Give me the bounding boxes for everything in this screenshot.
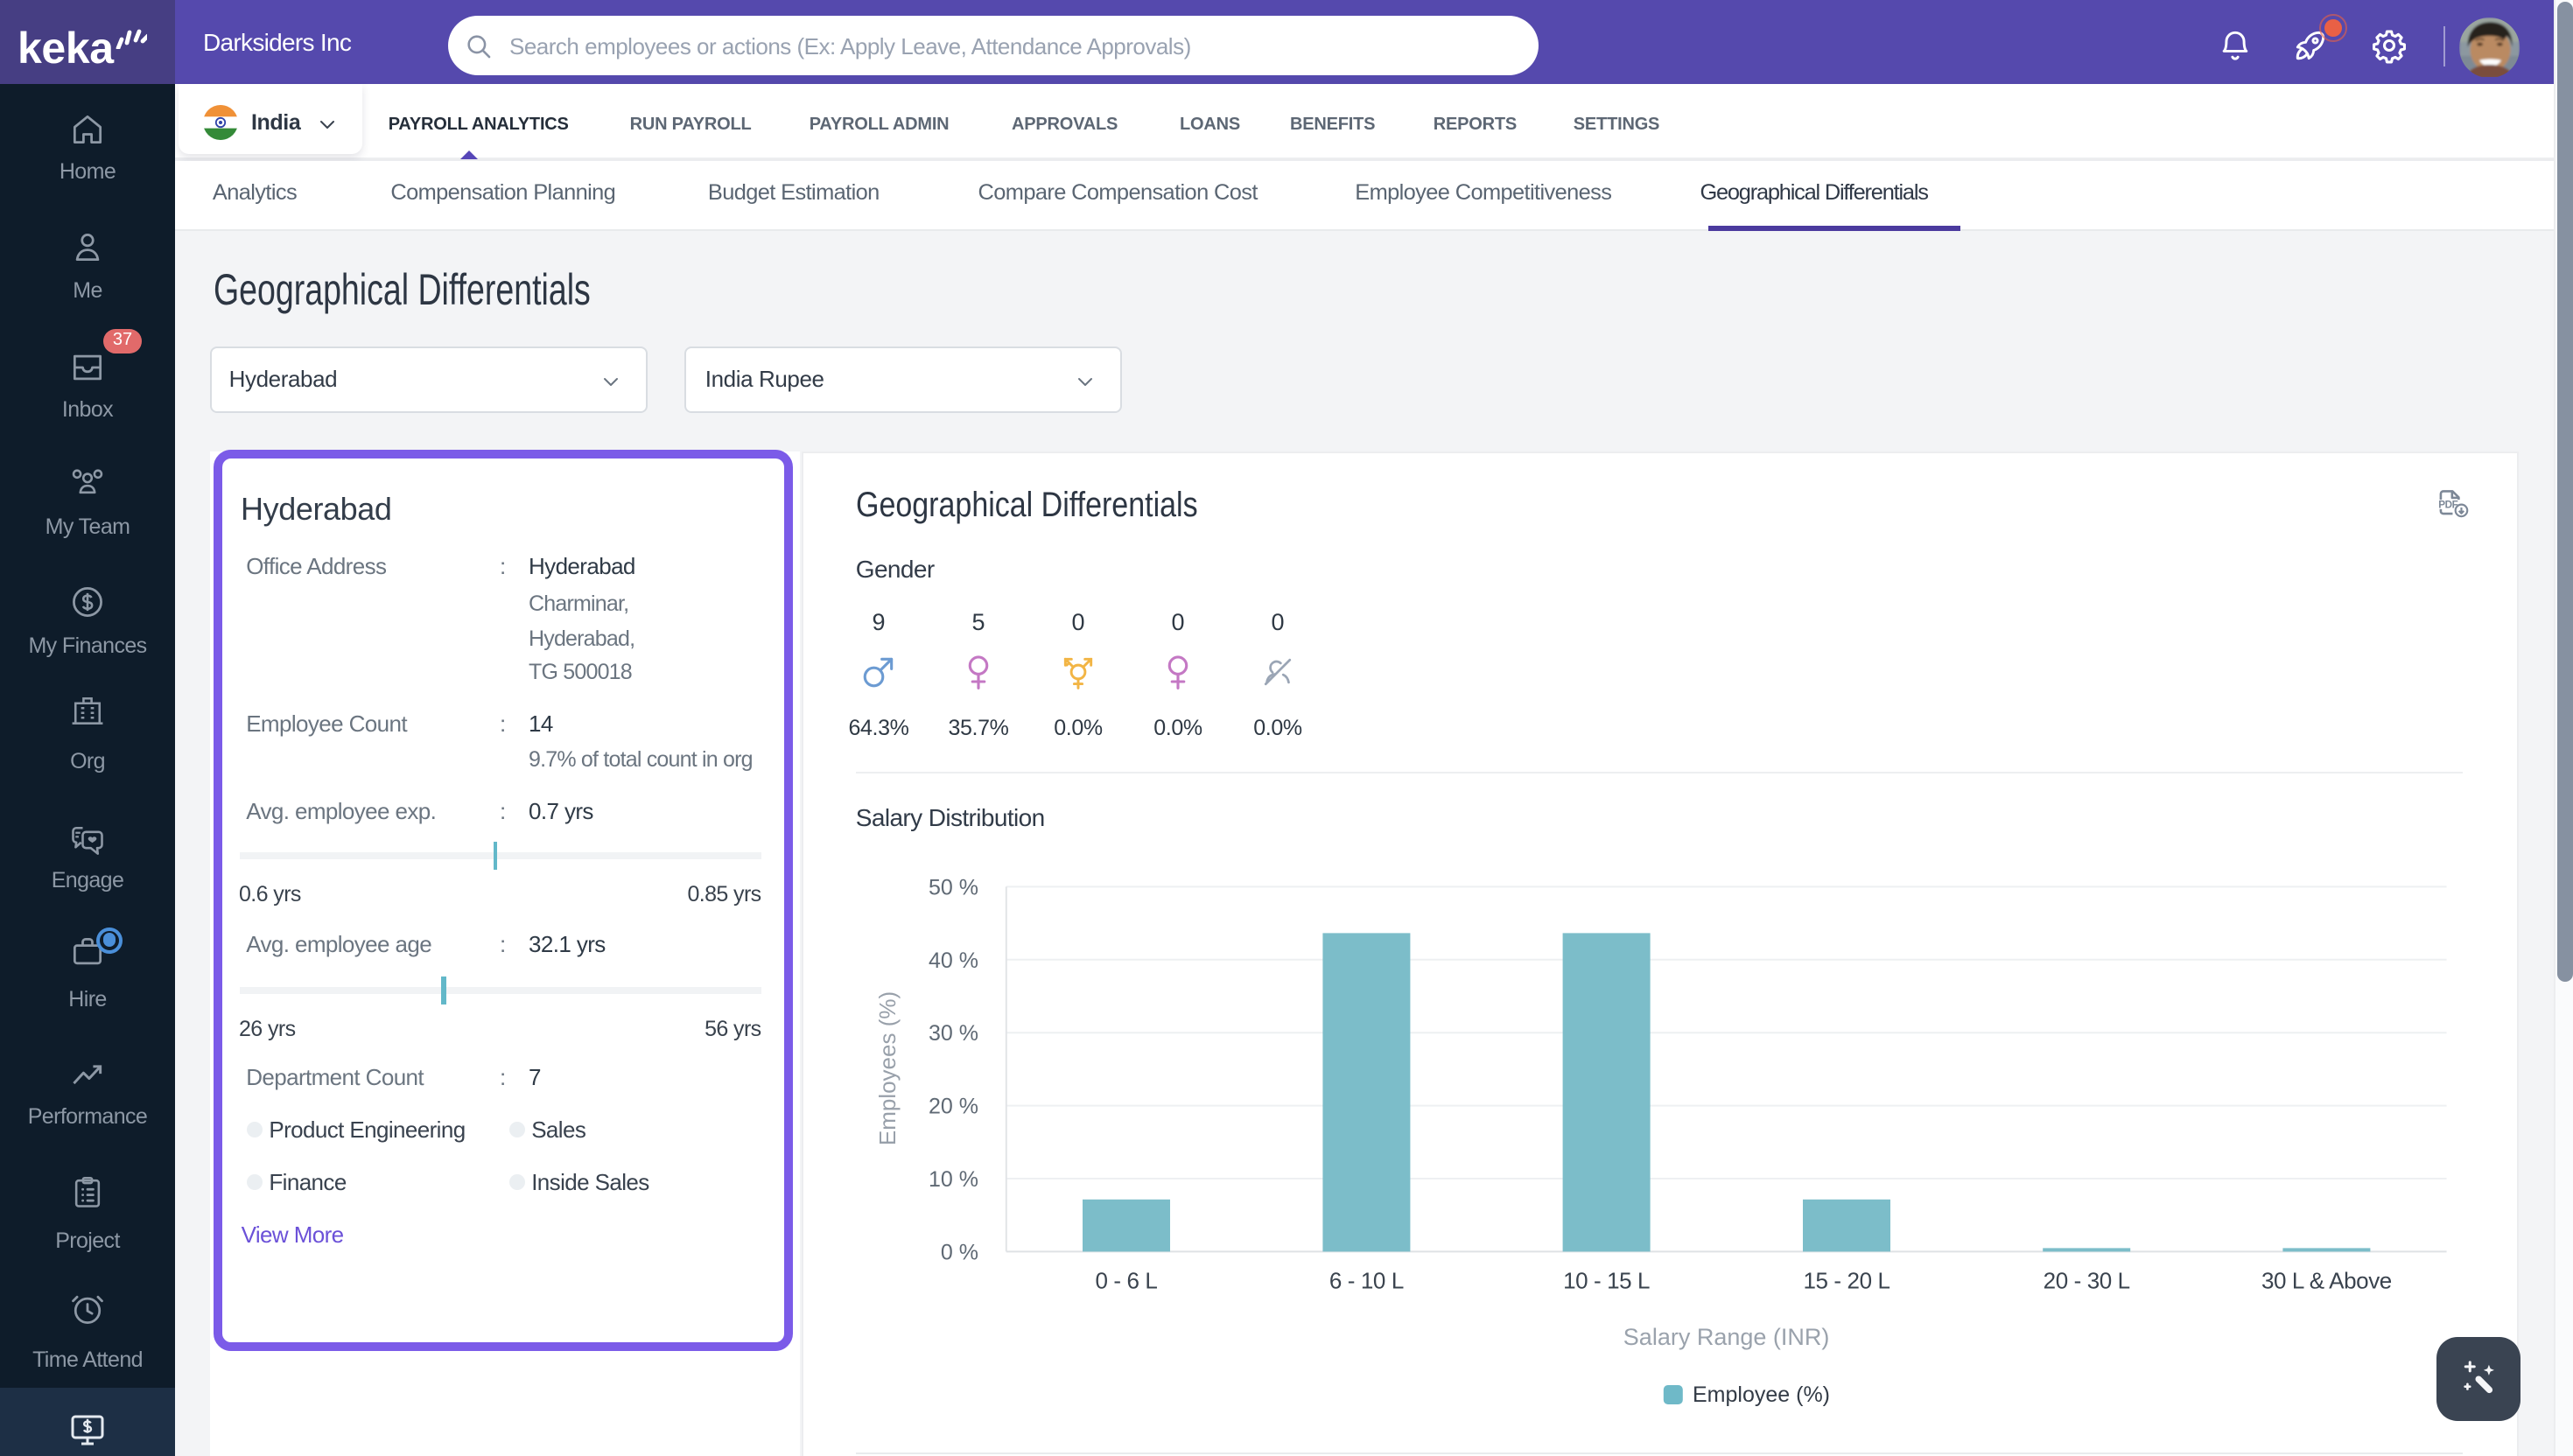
svg-text:Salary Range (INR): Salary Range (INR) bbox=[1623, 1324, 1829, 1350]
svg-text:20 - 30 L: 20 - 30 L bbox=[2043, 1268, 2129, 1294]
svg-text:20 %: 20 % bbox=[928, 1095, 978, 1119]
svg-text:0 %: 0 % bbox=[940, 1240, 978, 1264]
svg-text:Employee (%): Employee (%) bbox=[1692, 1382, 1829, 1407]
svg-text:30 L & Above: 30 L & Above bbox=[2261, 1268, 2391, 1294]
svg-text:15 - 20 L: 15 - 20 L bbox=[1802, 1268, 1889, 1294]
svg-text:Employees (%): Employees (%) bbox=[873, 991, 900, 1145]
svg-text:0 - 6 L: 0 - 6 L bbox=[1095, 1268, 1157, 1294]
svg-text:10 %: 10 % bbox=[928, 1167, 978, 1192]
svg-text:6 - 10 L: 6 - 10 L bbox=[1329, 1268, 1403, 1294]
svg-text:30 %: 30 % bbox=[928, 1021, 978, 1046]
svg-text:10 - 15 L: 10 - 15 L bbox=[1562, 1268, 1649, 1294]
svg-text:50 %: 50 % bbox=[928, 875, 978, 900]
svg-text:40 %: 40 % bbox=[928, 948, 978, 973]
